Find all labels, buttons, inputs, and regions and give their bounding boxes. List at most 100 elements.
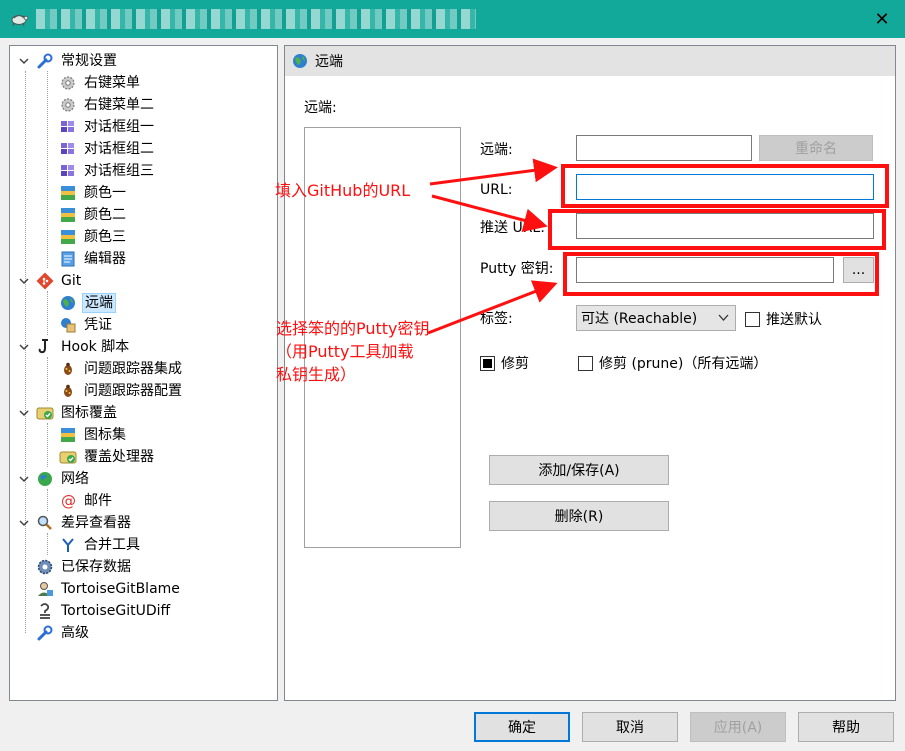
tree-item-context-menu[interactable]: 右键菜单 — [59, 72, 142, 94]
merge-icon — [62, 538, 74, 552]
gear-blue-icon — [37, 559, 53, 575]
annotation-putty-line2: （用Putty工具加载 — [276, 342, 414, 361]
expander-git[interactable] — [18, 275, 30, 287]
tree-item-network[interactable]: 网络 — [36, 468, 91, 490]
magnifier-icon — [37, 515, 52, 530]
close-button[interactable]: ✕ — [859, 0, 905, 38]
tree-item-colors-2[interactable]: 颜色二 — [59, 204, 128, 226]
network-globe-icon — [38, 472, 52, 486]
expander-diff[interactable] — [18, 517, 30, 529]
rename-button[interactable]: 重命名 — [759, 135, 873, 161]
tag-select[interactable]: 可达 (Reachable) — [576, 305, 736, 331]
palette-icon — [61, 428, 75, 442]
globe-icon — [61, 296, 75, 310]
tree-item-advanced[interactable]: 高级 — [36, 622, 91, 644]
tree-item-colors-3[interactable]: 颜色三 — [59, 226, 128, 248]
expander-hook[interactable] — [18, 341, 30, 353]
annotation-box-putty — [563, 252, 879, 296]
window-title: ▒▒▒▒ ▒▒▒▒ ▒▒▒▒ ▒▒▒▒▒▒ ▒▒ ▒▒▒▒ — [36, 9, 476, 29]
palette-icon — [61, 208, 75, 222]
tree-item-email[interactable]: @ 邮件 — [59, 490, 114, 512]
title-bar: ▒▒▒▒ ▒▒▒▒ ▒▒▒▒ ▒▒▒▒▒▒ ▒▒ ▒▒▒▒ ✕ — [0, 0, 905, 38]
checkbox-box — [480, 355, 495, 371]
annotation-fill-url: 填入GitHub的URL — [275, 181, 411, 200]
overlay-icon — [59, 451, 77, 464]
push-url-label: 推送 URL: — [480, 220, 545, 236]
tree-item-issue-tracker-config[interactable]: 问题跟踪器配置 — [59, 380, 184, 402]
tree-item-credential[interactable]: 凭证 — [59, 314, 114, 336]
overlay-icon — [36, 407, 54, 420]
putty-key-label: Putty 密钥: — [480, 261, 554, 277]
tree-item-context-menu-2[interactable]: 右键菜单二 — [59, 94, 156, 116]
chevron-down-icon — [718, 314, 729, 321]
tree-item-tortoisegitudiff[interactable]: TortoiseGitUDiff — [36, 600, 172, 622]
windows-icon — [61, 165, 74, 176]
tree-item-remote[interactable]: 远端 — [59, 292, 116, 314]
tree-item-tortoisegitblame[interactable]: TortoiseGitBlame — [36, 578, 182, 600]
tree-item-diff-viewer[interactable]: 差异查看器 — [36, 512, 133, 534]
tree-item-saved-data[interactable]: 已保存数据 — [36, 556, 133, 578]
push-default-label: 推送默认 — [766, 312, 822, 328]
tree-item-icon-overlays[interactable]: 图标覆盖 — [36, 402, 119, 424]
tree-item-colors-1[interactable]: 颜色一 — [59, 182, 128, 204]
expander-general[interactable] — [18, 55, 30, 67]
tree-item-merge-tool[interactable]: 合并工具 — [59, 534, 142, 556]
bug-icon — [64, 362, 72, 375]
editor-icon — [61, 251, 75, 267]
tree-item-git[interactable]: Git — [36, 270, 83, 292]
tree-item-editor[interactable]: 编辑器 — [59, 248, 128, 270]
panel-header: 远端 — [285, 46, 895, 76]
apply-button[interactable]: 应用(A) — [690, 712, 786, 742]
prune-checkbox[interactable]: 修剪 — [480, 353, 529, 373]
annotation-putty-line1: 选择笨的的Putty密钥 — [276, 319, 430, 338]
delete-button[interactable]: 删除(R) — [489, 501, 669, 531]
gear-icon — [61, 98, 75, 112]
remote-list-label: 远端: — [304, 100, 337, 116]
checkbox-box — [745, 311, 760, 327]
credential-icon — [61, 318, 76, 333]
tree-item-general[interactable]: 常规设置 — [36, 50, 119, 72]
ok-button[interactable]: 确定 — [474, 712, 570, 742]
remote-name-input[interactable] — [576, 135, 752, 161]
at-icon: @ — [61, 492, 76, 510]
git-icon — [36, 272, 54, 290]
udiff-icon — [40, 603, 50, 619]
remote-settings-panel: 远端 远端: 远端: 重命名 URL: 推送 URL: Putty 密钥: ..… — [284, 45, 896, 701]
tree-item-dialogs-1[interactable]: 对话框组一 — [59, 116, 156, 138]
help-button[interactable]: 帮助 — [798, 712, 894, 742]
wrench-icon — [37, 625, 53, 641]
expander-overlay[interactable] — [18, 407, 30, 419]
settings-tree[interactable]: 常规设置 右键菜单 右键菜单二 对话框组一 对话框组二 对话框组三 颜色一 颜色… — [9, 45, 278, 701]
annotation-box-url — [561, 164, 889, 208]
tree-item-overlay-handlers[interactable]: 覆盖处理器 — [59, 446, 156, 468]
windows-icon — [61, 121, 74, 132]
tree-item-issue-tracker-integration[interactable]: 问题跟踪器集成 — [59, 358, 184, 380]
bug-icon — [64, 384, 72, 397]
palette-icon — [61, 230, 75, 244]
globe-icon — [293, 54, 307, 68]
blame-icon — [38, 582, 53, 596]
tree-item-hook-scripts[interactable]: Hook 脚本 — [36, 336, 131, 358]
tag-select-value: 可达 (Reachable) — [581, 311, 698, 327]
tree-item-icon-set[interactable]: 图标集 — [59, 424, 128, 446]
remote-name-label: 远端: — [480, 142, 513, 158]
push-default-checkbox[interactable]: 推送默认 — [745, 309, 822, 329]
close-icon: ✕ — [874, 8, 890, 30]
url-label: URL: — [480, 182, 513, 198]
prune-all-label: 修剪 (prune)（所有远端） — [599, 356, 768, 372]
prune-label: 修剪 — [501, 356, 529, 372]
tree-item-dialogs-2[interactable]: 对话框组二 — [59, 138, 156, 160]
expander-network[interactable] — [18, 473, 30, 485]
prune-all-checkbox[interactable]: 修剪 (prune)（所有远端） — [578, 353, 767, 373]
add-save-button[interactable]: 添加/保存(A) — [489, 455, 669, 485]
annotation-box-push-url — [548, 209, 886, 250]
tag-label: 标签: — [480, 311, 513, 327]
windows-icon — [61, 143, 74, 154]
checkbox-box — [578, 355, 593, 371]
tortoise-app-icon — [11, 14, 29, 27]
svg-text:@: @ — [61, 492, 76, 510]
cancel-button[interactable]: 取消 — [582, 712, 678, 742]
gear-icon — [61, 76, 75, 90]
tree-item-dialogs-3[interactable]: 对话框组三 — [59, 160, 156, 182]
hook-icon — [38, 339, 48, 354]
